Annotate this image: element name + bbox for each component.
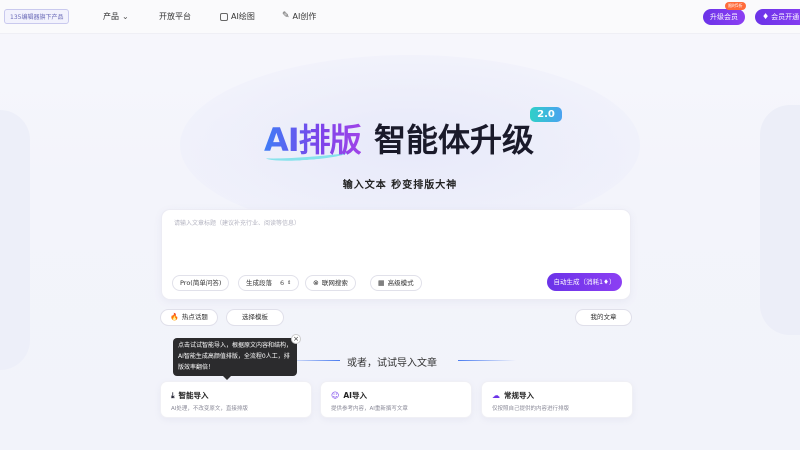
advanced-mode-label: 高级模式 [387,279,414,287]
web-search-label: 联网搜索 [321,279,348,287]
choose-template-button[interactable]: 选择模板 [226,309,284,326]
mode-select[interactable]: Pro(简单问答) [172,275,230,291]
nav-item-ai-creation[interactable]: ✎ AI创作 [282,11,316,22]
article-input-card: 请输入文章标题（建议补充行业、阅读等信息） Pro(简单问答) 生成段落 6 ⇕… [161,209,631,300]
paragraph-count-value: 6 [280,279,285,287]
discount-badge: 限时5折 [725,2,746,10]
logo[interactable]: 135编辑器旗下产品 [4,9,70,24]
ai-import-card[interactable]: ☺ AI导入 提供参考内容，AI重新撰写文章 [320,381,472,418]
nav-item-products[interactable]: 产品 ⌄ [103,11,129,22]
hero-ai-title: AI排版 [264,118,362,162]
vip-label: 会员开通 [771,13,800,21]
hot-topics-button[interactable]: 🔥 热点话题 [160,309,218,326]
hero-subtitle: 输入文本 秒变排版大神 [342,180,458,191]
stepper-icon: ⇕ [287,280,292,286]
ai-import-title: AI导入 [343,391,367,400]
grid-icon: ▦ [378,279,385,287]
close-icon[interactable]: × [291,334,301,344]
version-badge: 2.0 [530,107,562,122]
hot-topics-label: 热点话题 [181,313,208,321]
bg-left-panel [0,110,30,370]
paragraph-label: 生成段落 [246,279,272,287]
hero-main-title: 智能体升级 [374,121,535,159]
fire-icon: 🔥 [170,313,179,321]
nav-item-ai-drawing[interactable]: AI绘图 [220,11,255,22]
auto-generate-button[interactable]: 自动生成（消耗1♦） [547,273,622,291]
advanced-mode-toggle[interactable]: ▦ 高级模式 [370,275,422,291]
nav-item-label: 产品 [103,12,119,21]
image-icon [220,12,228,21]
smart-import-tooltip: 点击试试智能导入，根据原文内容和结构，AI智能生成高颜值排版，全流程0人工，排版… [173,338,297,376]
nav-item-label: 开放平台 [159,12,191,21]
nav-item-label: AI创作 [292,12,317,21]
smart-import-card[interactable]: ⤓ 智能导入 AI处理，不改变原文，直接排版 [160,381,312,418]
pen-icon: ✎ [282,11,290,21]
nav-item-label: AI绘图 [231,12,255,21]
mode-label: Pro(简单问答) [180,279,222,287]
cloud-upload-icon: ☁ [492,391,500,400]
bg-right-panel [760,105,800,335]
paragraph-count-select[interactable]: 生成段落 6 ⇕ [238,275,300,291]
import-divider-text: 或者，试试导入文章 [347,358,437,369]
chevron-down-icon: ⌄ [122,12,129,21]
regular-import-title: 常规导入 [504,391,534,400]
robot-icon: ☺ [331,391,340,400]
divider-right [458,360,516,361]
smart-import-title: 智能导入 [178,391,209,400]
smart-import-icon: ⤓ [171,390,175,400]
my-articles-button[interactable]: 我的文章 [575,309,632,326]
title-input[interactable]: 请输入文章标题（建议补充行业、阅读等信息） [174,218,300,227]
smart-import-desc: AI处理，不改变原文，直接排版 [171,406,248,412]
web-search-toggle[interactable]: ⊗ 联网搜索 [305,275,356,291]
tooltip-arrow [222,375,232,380]
globe-icon: ⊗ [313,279,319,287]
vip-open-button[interactable]: ♦ 会员开通 [755,9,800,25]
regular-import-card[interactable]: ☁ 常规导入 仅按照自己提供的内容进行排版 [481,381,633,418]
regular-import-desc: 仅按照自己提供的内容进行排版 [492,406,570,412]
upgrade-member-button[interactable]: 升级会员 [703,9,745,25]
diamond-icon: ♦ [762,12,770,21]
ai-import-desc: 提供参考内容，AI重新撰写文章 [331,406,408,412]
nav-item-open-platform[interactable]: 开放平台 [159,11,191,22]
top-nav: 135编辑器旗下产品 产品 ⌄ 开放平台 AI绘图 ✎ AI创作 升级会员 限时… [0,0,800,34]
